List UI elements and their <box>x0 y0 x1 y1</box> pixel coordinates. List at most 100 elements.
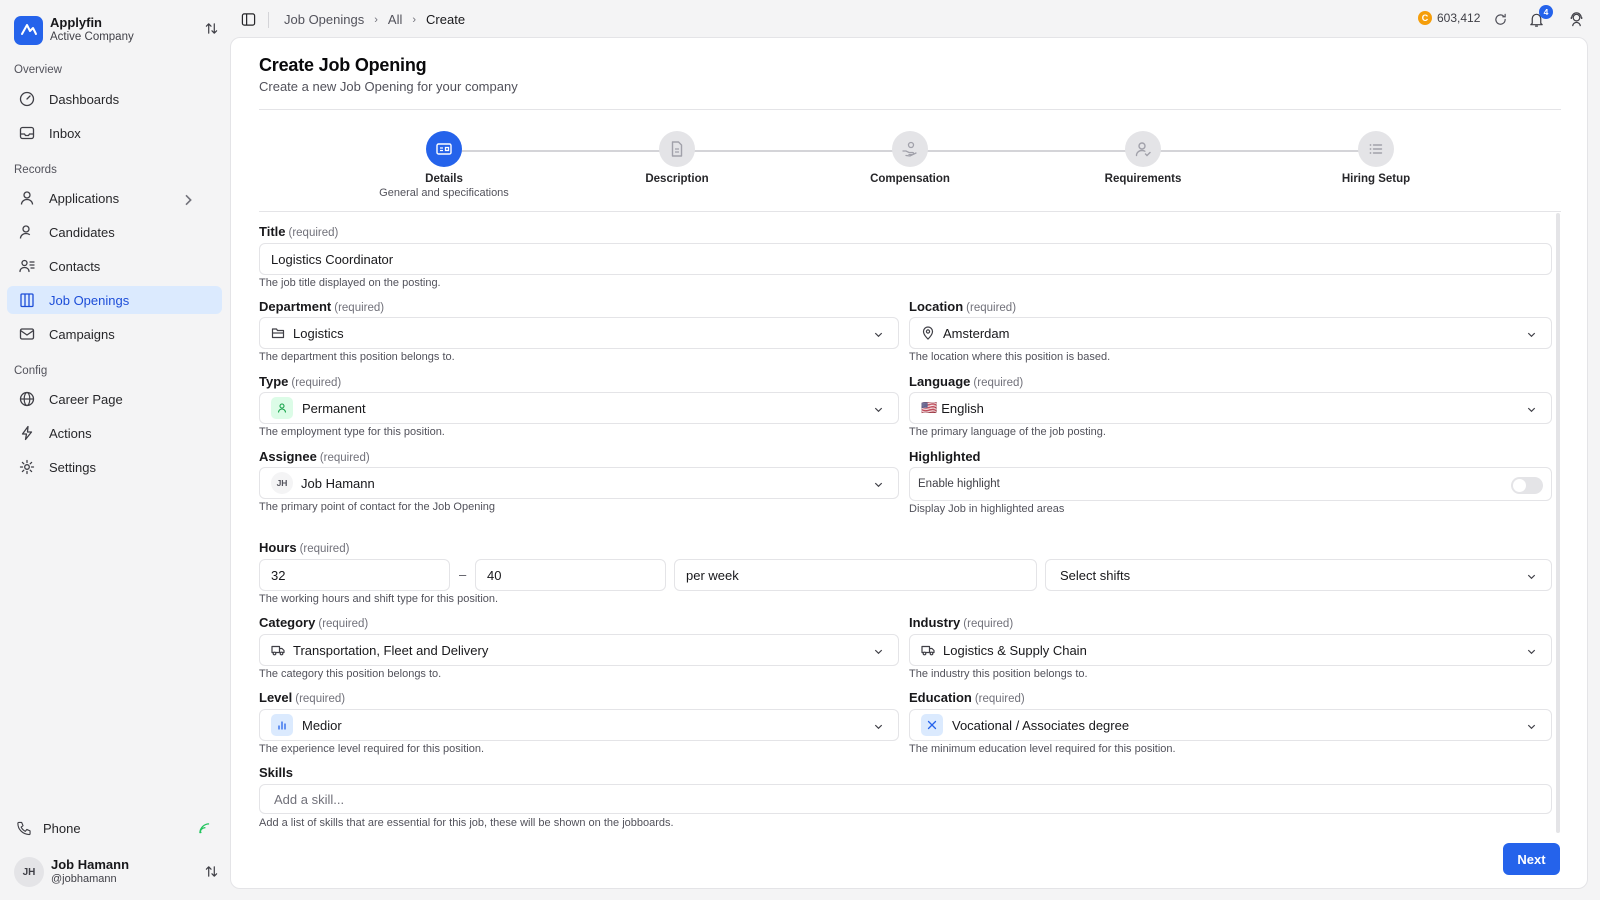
sidebar-item-campaigns[interactable]: Campaigns <box>7 320 222 348</box>
user-icon <box>20 191 34 205</box>
step-compensation[interactable]: Compensation <box>810 131 1010 185</box>
step-details[interactable]: Details General and specifications <box>344 131 544 199</box>
user-name: Job Hamann <box>51 857 130 872</box>
department-value: Logistics <box>293 325 344 341</box>
sidebar-item-actions[interactable]: Actions <box>7 419 222 447</box>
phone-label: Phone <box>43 820 81 836</box>
level-value: Medior <box>302 717 342 733</box>
skills-input[interactable]: Add a skill... <box>259 784 1552 814</box>
sidebar-item-label: Actions <box>49 425 92 441</box>
avatar: JH <box>14 857 44 887</box>
credits-value: 603,412 <box>1437 11 1481 25</box>
education-help: The minimum education level required for… <box>909 743 1176 755</box>
signal-icon <box>199 823 210 834</box>
location-select[interactable]: Amsterdam <box>909 317 1552 349</box>
company-switcher[interactable]: Applyfin Active Company <box>14 14 218 46</box>
sidebar-toggle-icon[interactable] <box>241 12 256 27</box>
category-help: The category this position belongs to. <box>259 668 442 680</box>
sidebar-item-candidates[interactable]: Candidates <box>7 218 222 246</box>
phone-widget[interactable]: Phone <box>7 814 222 842</box>
breadcrumb-create: Create <box>426 12 466 27</box>
category-label: Category (required) <box>259 615 369 630</box>
chevron-right-icon: › <box>412 13 417 26</box>
location-label: Location (required) <box>909 299 1017 314</box>
chevron-down-icon <box>874 649 883 655</box>
gear-icon <box>19 459 35 475</box>
sidebar-item-contacts[interactable]: Contacts <box>7 252 222 280</box>
id-card-icon <box>426 131 462 167</box>
hand-coins-icon <box>892 131 928 167</box>
department-select[interactable]: Logistics <box>259 317 899 349</box>
sidebar-item-label: Dashboards <box>49 91 120 107</box>
sidebar-item-job-openings[interactable]: Job Openings <box>7 286 222 314</box>
step-hiring-setup[interactable]: Hiring Setup <box>1276 131 1476 185</box>
form-scrollbar[interactable] <box>1556 213 1560 833</box>
divider <box>268 12 269 28</box>
user-menu[interactable]: JH Job Hamann @jobhamann <box>14 855 218 889</box>
candidate-icon <box>19 225 31 239</box>
document-icon <box>659 131 695 167</box>
hours-max-input[interactable]: 40 <box>475 559 666 591</box>
switch-company-icon[interactable] <box>205 22 218 35</box>
switch-user-icon[interactable] <box>205 865 218 878</box>
sidebar-item-label: Career Page <box>49 391 123 407</box>
assignee-select[interactable]: JH Job Hamann <box>259 467 899 499</box>
chevron-down-icon <box>1527 332 1536 338</box>
highlighted-help: Display Job in highlighted areas <box>909 503 1065 515</box>
user-check-icon <box>1125 131 1161 167</box>
type-label: Type (required) <box>259 374 342 389</box>
level-select[interactable]: Medior <box>259 709 899 741</box>
language-help: The primary language of the job posting. <box>909 426 1106 438</box>
breadcrumb-all[interactable]: All <box>388 12 402 27</box>
sidebar-item-dashboards[interactable]: Dashboards <box>7 85 222 113</box>
sidebar-item-label: Inbox <box>49 125 81 141</box>
sidebar-item-label: Candidates <box>49 224 115 240</box>
truck-icon <box>271 645 285 656</box>
divider <box>259 211 1561 212</box>
breadcrumb-job-openings[interactable]: Job Openings <box>284 12 364 27</box>
language-select[interactable]: 🇺🇸 English <box>909 392 1552 424</box>
credits-balance[interactable]: C 603,412 <box>1418 11 1480 25</box>
level-help: The experience level required for this p… <box>259 743 485 755</box>
sidebar-item-label: Applications <box>49 190 120 206</box>
folder-icon <box>271 328 285 339</box>
chevron-down-icon <box>1527 574 1536 580</box>
category-select[interactable]: Transportation, Fleet and Delivery <box>259 634 899 666</box>
industry-select[interactable]: Logistics & Supply Chain <box>909 634 1552 666</box>
sidebar-item-settings[interactable]: Settings <box>7 453 222 481</box>
hours-period-input[interactable]: per week <box>674 559 1037 591</box>
company-status: Active Company <box>50 31 134 43</box>
type-value: Permanent <box>302 400 366 416</box>
sidebar-item-applications[interactable]: Applications <box>7 184 222 212</box>
sidebar-item-label: Job Openings <box>49 292 130 308</box>
highlight-toggle-row[interactable]: Enable highlight <box>909 467 1552 501</box>
topbar: Job Openings › All › Create C 603,412 4 <box>230 0 1600 38</box>
highlighted-label: Highlighted <box>909 449 981 464</box>
industry-value: Logistics & Supply Chain <box>943 642 1087 658</box>
shifts-select[interactable]: Select shifts <box>1045 559 1552 591</box>
step-requirements[interactable]: Requirements <box>1043 131 1243 185</box>
building-icon <box>20 293 34 308</box>
step-sublabel: General and specifications <box>379 187 509 199</box>
type-select[interactable]: Permanent <box>259 392 899 424</box>
step-description[interactable]: Description <box>577 131 777 185</box>
applyfin-logo-icon <box>14 15 43 45</box>
company-name: Applyfin <box>50 15 102 30</box>
type-help: The employment type for this position. <box>259 426 445 438</box>
title-input[interactable]: Logistics Coordinator <box>259 243 1552 275</box>
step-label: Requirements <box>1104 173 1182 185</box>
sidebar-item-career-page[interactable]: Career Page <box>7 385 222 413</box>
education-select[interactable]: Vocational / Associates degree <box>909 709 1552 741</box>
sidebar-item-inbox[interactable]: Inbox <box>7 119 222 147</box>
hours-min-input[interactable]: 32 <box>259 559 450 591</box>
highlight-toggle[interactable] <box>1511 477 1543 494</box>
refresh-icon[interactable] <box>1494 13 1507 26</box>
next-button[interactable]: Next <box>1503 843 1560 875</box>
divider <box>259 109 1561 110</box>
list-icon <box>1358 131 1394 167</box>
support-agent-icon[interactable] <box>1568 11 1585 28</box>
language-label: Language (required) <box>909 374 1024 389</box>
coin-icon: C <box>1418 11 1432 25</box>
chevron-down-icon <box>874 407 883 413</box>
skills-placeholder: Add a skill... <box>274 791 345 807</box>
